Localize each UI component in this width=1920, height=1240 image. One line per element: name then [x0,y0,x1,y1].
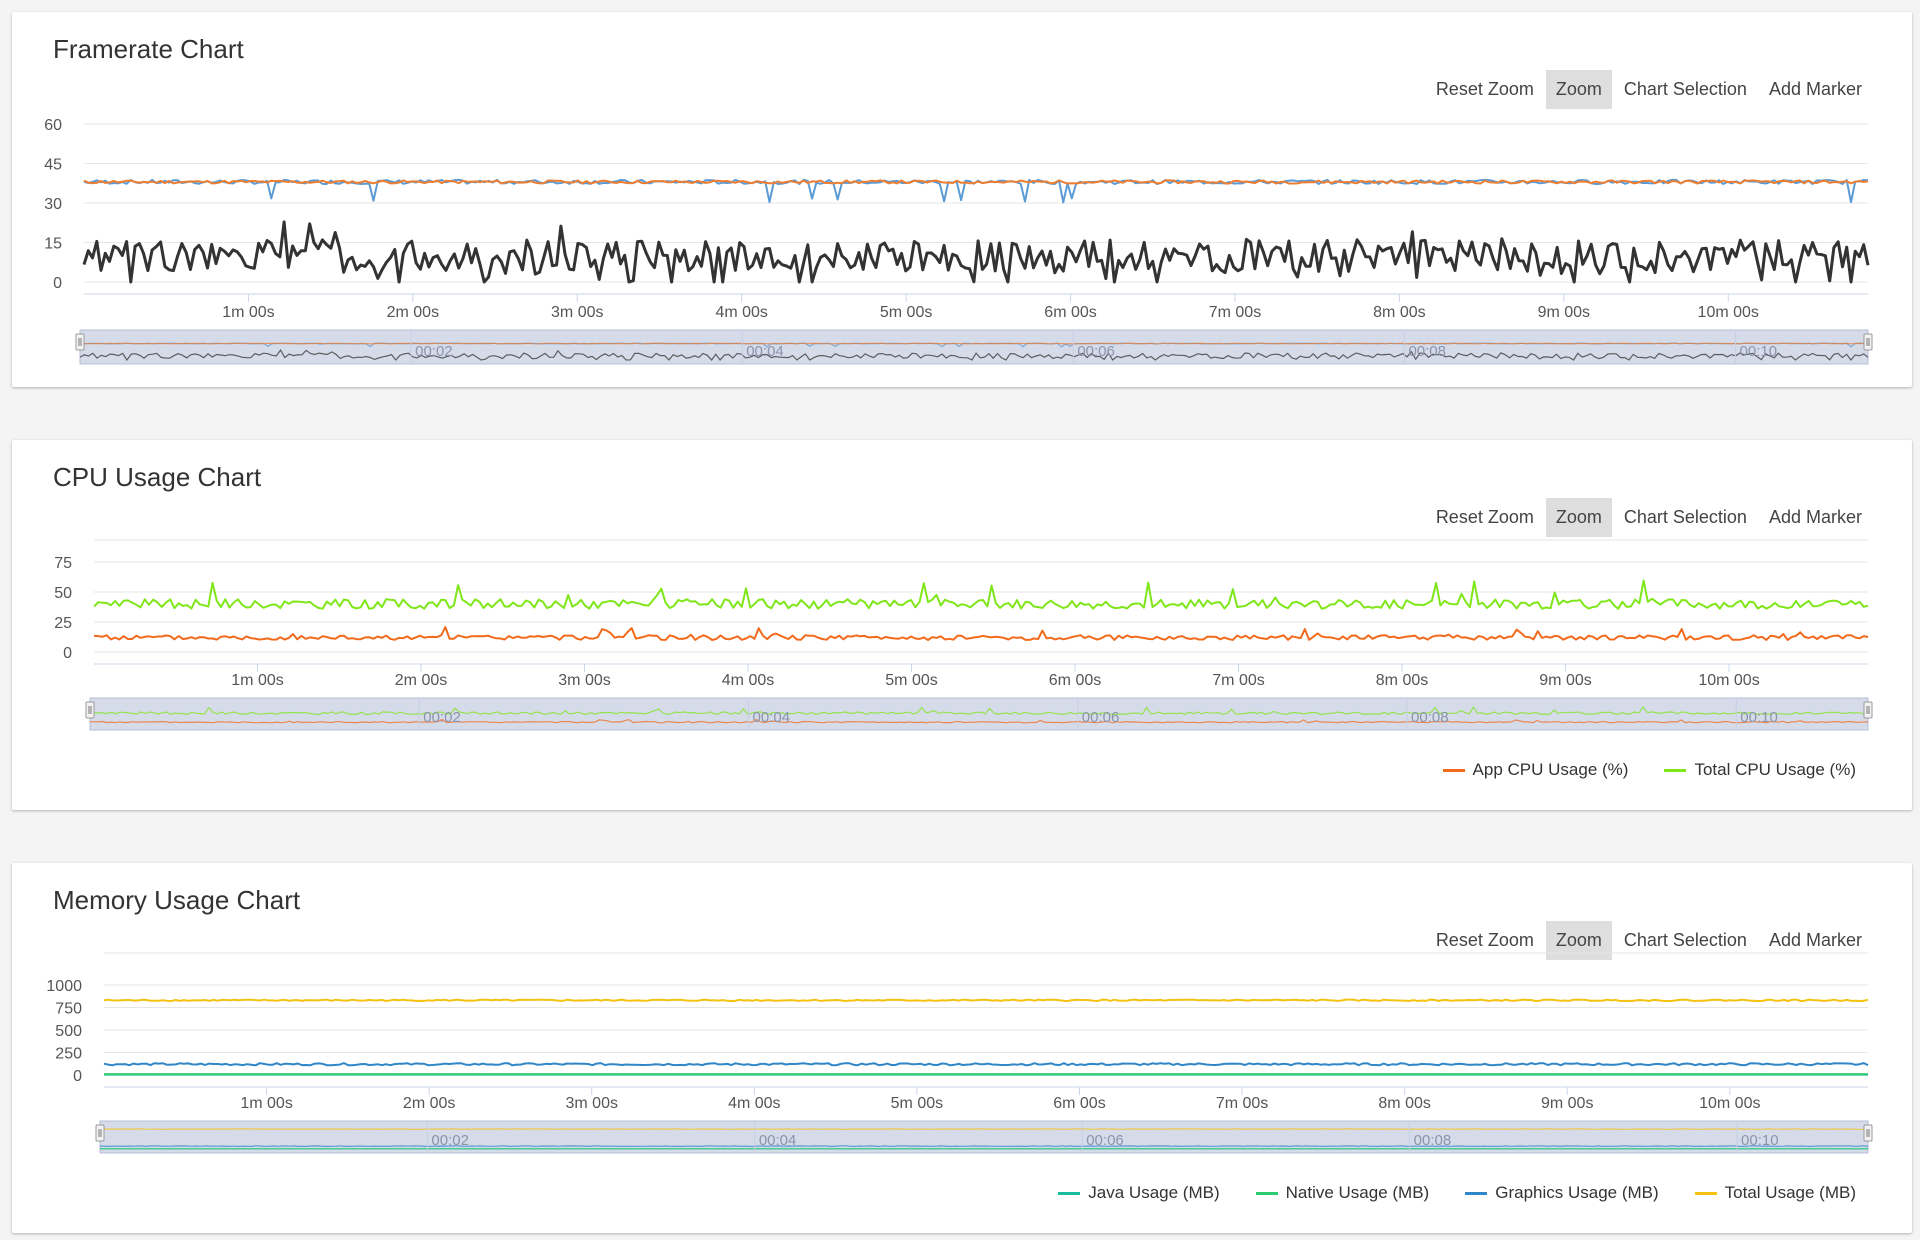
legend-swatch [1058,1191,1081,1195]
y-tick-label: 15 [44,236,62,253]
y-tick-label: 25 [54,615,72,632]
x-tick-label: 3m 00s [558,672,610,689]
x-tick-label: 7m 00s [1209,304,1261,321]
y-tick-label: 750 [55,1001,82,1018]
cpu-chart-card: CPU Usage Chart Reset Zoom Zoom Chart Se… [12,440,1912,810]
series-line [103,1062,1869,1067]
legend-label: Native Usage (MB) [1285,1183,1430,1202]
cpu-legend: App CPU Usage (%) Total CPU Usage (%) [1442,760,1856,780]
x-tick-label: 7m 00s [1212,672,1264,689]
y-tick-label: 500 [55,1023,82,1040]
series-line [93,579,1869,610]
navigator-handle-right[interactable] [1863,1124,1873,1142]
navigator-tick-label: 00:02 [423,709,461,726]
legend-swatch [1465,1191,1488,1195]
y-tick-label: 0 [63,645,72,662]
x-tick-label: 6m 00s [1044,304,1096,321]
y-tick-label: 45 [44,157,62,174]
navigator-handle-right[interactable] [1863,333,1873,351]
x-tick-label: 1m 00s [231,672,283,689]
navigator-tick-label: 00:06 [1086,1132,1124,1149]
y-tick-label: 250 [55,1046,82,1063]
legend-swatch [1442,768,1465,772]
series-line [93,626,1869,641]
navigator-tick-label: 00:10 [1741,1132,1779,1149]
x-tick-label: 7m 00s [1216,1095,1268,1112]
y-tick-label: 75 [54,555,72,572]
x-tick-label: 6m 00s [1053,1095,1105,1112]
legend-swatch [1664,768,1687,772]
legend-item-native[interactable]: Native Usage (MB) [1255,1183,1430,1203]
x-tick-label: 1m 00s [240,1095,292,1112]
series-line [103,998,1869,1002]
x-tick-label: 5m 00s [885,672,937,689]
x-tick-label: 10m 00s [1698,672,1759,689]
navigator-tick-label: 00:10 [1740,709,1778,726]
navigator-tick-label: 00:04 [746,343,784,360]
memory-chart-card: Memory Usage Chart Reset Zoom Zoom Chart… [12,863,1912,1233]
x-tick-label: 9m 00s [1541,1095,1593,1112]
y-tick-label: 60 [44,117,62,134]
x-tick-label: 5m 00s [891,1095,943,1112]
legend-swatch [1694,1191,1717,1195]
x-tick-label: 8m 00s [1378,1095,1430,1112]
x-tick-label: 4m 00s [722,672,774,689]
navigator-tick-label: 00:08 [1411,709,1449,726]
legend-item-app-cpu[interactable]: App CPU Usage (%) [1442,760,1629,780]
x-tick-label: 3m 00s [551,304,603,321]
navigator-handle-right[interactable] [1863,701,1873,719]
legend-item-java[interactable]: Java Usage (MB) [1058,1183,1220,1203]
x-tick-label: 9m 00s [1538,304,1590,321]
legend-item-total-cpu[interactable]: Total CPU Usage (%) [1664,760,1856,780]
x-tick-label: 8m 00s [1373,304,1425,321]
navigator-tick-label: 00:06 [1082,709,1120,726]
memory-chart-plot[interactable]: 1000 750 500 250 0 1m 00s 2m 00s 3m 00s 4m 00s 5m… [12,863,1912,1233]
navigator-series [99,1145,1869,1148]
legend-item-graphics[interactable]: Graphics Usage (MB) [1465,1183,1659,1203]
legend-label: Total Usage (MB) [1724,1183,1856,1202]
x-tick-label: 2m 00s [387,304,439,321]
x-tick-label: 5m 00s [880,304,932,321]
x-tick-label: 2m 00s [395,672,447,689]
navigator-tick-label: 00:08 [1408,343,1446,360]
memory-legend: Java Usage (MB) Native Usage (MB) Graphi… [1058,1183,1856,1203]
y-tick-label: 0 [73,1068,82,1085]
x-tick-label: 10m 00s [1699,1095,1760,1112]
navigator-handle-left[interactable] [95,1124,105,1142]
navigator-tick-label: 00:04 [759,1132,797,1149]
navigator-handle-left[interactable] [75,333,85,351]
y-tick-label: 0 [53,275,62,292]
navigator-tick-label: 00:02 [431,1132,469,1149]
framerate-chart-plot[interactable]: 60 45 30 15 0 1m 00s 2m 00s 3m 00s 4m 00s 5m 00s 6… [12,12,1912,387]
x-tick-label: 4m 00s [715,304,767,321]
navigator-series [79,342,1869,345]
x-tick-label: 3m 00s [566,1095,618,1112]
series-line [82,220,1870,284]
navigator-tick-label: 00:06 [1077,343,1115,360]
legend-label: App CPU Usage (%) [1472,760,1629,779]
x-tick-label: 9m 00s [1539,672,1591,689]
legend-swatch [1255,1191,1278,1195]
legend-label: Graphics Usage (MB) [1495,1183,1659,1202]
navigator-area [99,1120,1869,1154]
framerate-chart-card: Framerate Chart Reset Zoom Zoom Chart Se… [12,12,1912,387]
legend-item-total[interactable]: Total Usage (MB) [1694,1183,1856,1203]
navigator-tick-label: 00:08 [1414,1132,1452,1149]
legend-label: Total CPU Usage (%) [1694,760,1856,779]
x-tick-label: 10m 00s [1698,304,1759,321]
y-tick-label: 30 [44,196,62,213]
navigator-tick-label: 00:02 [415,343,453,360]
x-tick-label: 1m 00s [222,304,274,321]
x-tick-label: 8m 00s [1376,672,1428,689]
x-tick-label: 4m 00s [728,1095,780,1112]
legend-label: Java Usage (MB) [1088,1183,1220,1202]
navigator-tick-label: 00:04 [753,709,791,726]
x-tick-label: 6m 00s [1049,672,1101,689]
navigator-tick-label: 00:10 [1740,343,1778,360]
cpu-chart-plot[interactable]: 75 50 25 0 1m 00s 2m 00s 3m 00s 4m 00s 5m 00s 6m … [12,440,1912,810]
navigator-handle-left[interactable] [85,701,95,719]
x-tick-label: 2m 00s [403,1095,455,1112]
y-tick-label: 50 [54,585,72,602]
y-tick-label: 1000 [46,978,82,995]
